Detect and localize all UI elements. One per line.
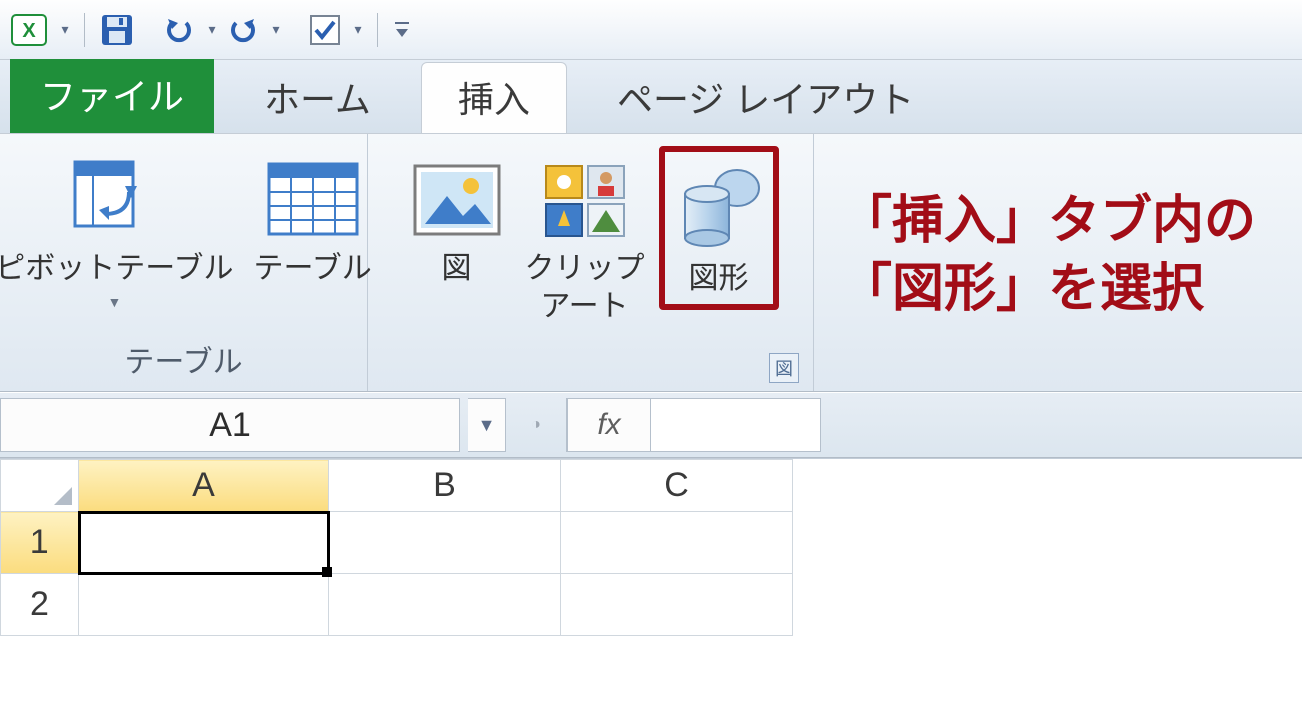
shapes-button[interactable]: 図形 — [659, 146, 779, 310]
group-launcher-icon: 図 — [775, 355, 793, 381]
cell-A1[interactable] — [79, 512, 329, 574]
column-header-B[interactable]: B — [329, 460, 561, 512]
group-tables: ピボットテーブル ▼ テーブル テーブル — [0, 134, 368, 391]
redo-dropdown-icon[interactable]: ▾ — [267, 21, 285, 38]
formula-bar-area: A1 ▼ ◑ fx — [0, 392, 1302, 458]
cell-C2[interactable] — [561, 574, 793, 636]
formula-input[interactable] — [651, 398, 821, 452]
table-icon — [265, 150, 361, 250]
table-label: テーブル — [254, 250, 372, 288]
redo-button[interactable] — [221, 8, 265, 52]
option-dropdown-icon[interactable]: ▾ — [349, 21, 367, 38]
tab-file-label: ファイル — [40, 68, 184, 120]
picture-icon — [409, 150, 505, 250]
separator — [377, 13, 378, 47]
cell-B2[interactable] — [329, 574, 561, 636]
clipart-button[interactable]: クリップ アート — [519, 146, 651, 329]
quick-access-toolbar: X ▾ ▾ ▾ ▾ — [0, 0, 1302, 60]
group-illustrations: 図 クリップ アート 図形 — [368, 134, 814, 391]
row-header-1[interactable]: 1 — [1, 512, 79, 574]
group-tables-label: テーブル — [8, 333, 359, 387]
worksheet-grid: A B C 1 2 — [0, 458, 1302, 636]
excel-app-icon[interactable]: X — [8, 9, 50, 51]
expand-grip-icon[interactable]: ◑ — [516, 398, 556, 452]
tab-page-layout-label: ページ レイアウト — [617, 79, 914, 120]
name-box-value: A1 — [209, 406, 251, 445]
tab-insert-label: 挿入 — [458, 79, 530, 120]
tab-insert[interactable]: 挿入 — [421, 62, 567, 133]
clipart-label: クリップ アート — [525, 250, 645, 325]
option-checkbox-button[interactable] — [303, 8, 347, 52]
customize-qat-button[interactable] — [388, 8, 416, 52]
group-illustrations-label: x 図 — [376, 343, 805, 387]
shapes-icon — [671, 160, 767, 260]
group-launcher-button[interactable]: 図 — [769, 353, 799, 383]
separator — [84, 13, 85, 47]
shapes-label: 図形 — [689, 260, 749, 298]
dropdown-icon: ▼ — [107, 294, 121, 310]
name-box[interactable]: A1 — [0, 398, 460, 452]
ribbon-tabs: ファイル ホーム 挿入 ページ レイアウト — [0, 60, 1302, 134]
svg-text:X: X — [22, 20, 36, 42]
tab-home[interactable]: ホーム — [228, 63, 407, 133]
column-header-C[interactable]: C — [561, 460, 793, 512]
fx-label: fx — [597, 408, 620, 442]
cell-A2[interactable] — [79, 574, 329, 636]
annotation-text: 「挿入」タブ内の 「図形」を選択 — [840, 188, 1256, 323]
pivot-table-button[interactable]: ピボットテーブル ▼ — [0, 146, 240, 314]
pivot-table-icon — [69, 150, 159, 250]
undo-button[interactable] — [157, 8, 201, 52]
clipart-icon — [540, 150, 630, 250]
picture-label: 図 — [442, 250, 472, 288]
insert-function-button[interactable]: fx — [567, 398, 651, 452]
app-menu-dropdown-icon[interactable]: ▾ — [56, 21, 74, 38]
select-all-corner[interactable] — [1, 460, 79, 512]
undo-dropdown-icon[interactable]: ▾ — [203, 21, 221, 38]
cell-C1[interactable] — [561, 512, 793, 574]
save-button[interactable] — [95, 8, 139, 52]
table-button[interactable]: テーブル — [248, 146, 378, 292]
cell-B1[interactable] — [329, 512, 561, 574]
pivot-label: ピボットテーブル — [0, 250, 234, 288]
name-box-dropdown[interactable]: ▼ — [468, 398, 506, 452]
row-header-2[interactable]: 2 — [1, 574, 79, 636]
column-header-A[interactable]: A — [79, 460, 329, 512]
picture-button[interactable]: 図 — [403, 146, 511, 292]
tab-home-label: ホーム — [264, 79, 371, 120]
tab-file[interactable]: ファイル — [10, 59, 214, 133]
tab-page-layout[interactable]: ページ レイアウト — [581, 63, 950, 133]
